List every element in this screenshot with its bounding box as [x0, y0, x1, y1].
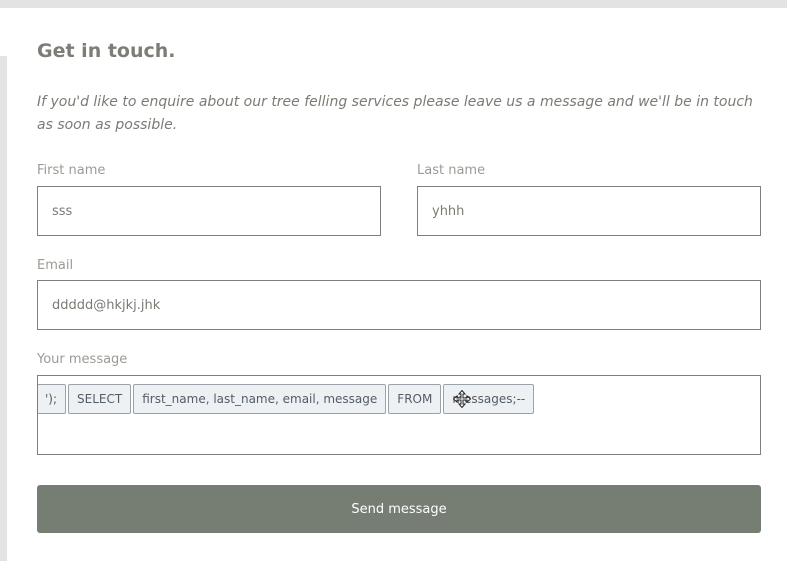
page-top-strip	[0, 0, 787, 8]
left-edge-upper	[0, 8, 7, 56]
first-name-input[interactable]	[37, 186, 381, 236]
message-token[interactable]: FROM	[388, 384, 442, 414]
form-heading: Get in touch.	[37, 40, 176, 62]
move-cursor-icon	[453, 390, 471, 408]
form-intro-text: If you'd like to enquire about our tree …	[37, 94, 753, 133]
email-input[interactable]	[37, 280, 761, 330]
send-message-button[interactable]: Send message	[37, 485, 761, 533]
message-label: Your message	[37, 352, 128, 367]
last-name-input[interactable]	[417, 186, 761, 236]
message-token[interactable]: first_name, last_name, email, message	[133, 384, 387, 414]
message-token[interactable]: SELECT	[68, 384, 132, 414]
left-edge-lower	[0, 96, 7, 561]
message-textarea[interactable]: '); SELECT first_name, last_name, email,…	[37, 375, 761, 455]
first-name-label: First name	[37, 163, 106, 178]
contact-form-panel: Get in touch. If you'd like to enquire a…	[7, 8, 787, 561]
message-token[interactable]: ');	[38, 384, 67, 414]
email-label: Email	[37, 258, 74, 273]
last-name-label: Last name	[417, 163, 486, 178]
